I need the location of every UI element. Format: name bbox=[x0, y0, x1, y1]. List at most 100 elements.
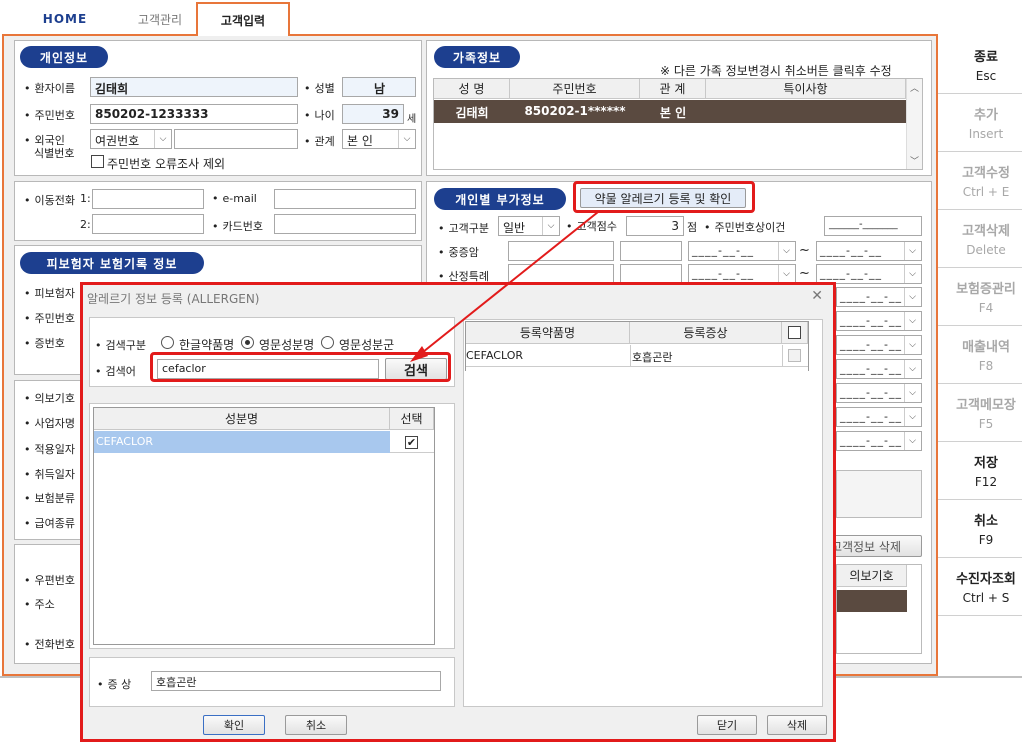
rrn-err-field[interactable]: ______-_______ bbox=[824, 216, 922, 236]
tab-home[interactable]: HOME bbox=[10, 4, 120, 34]
symptom-label: 증 상 bbox=[97, 676, 132, 692]
chevron-down-icon: ⌵ bbox=[398, 130, 415, 148]
chevron-down-icon: ⌵ bbox=[904, 336, 921, 354]
cancel-button[interactable]: 취소 bbox=[285, 715, 347, 735]
side-button-shortcut: F5 bbox=[978, 417, 994, 431]
family-col-relation: 관 계 bbox=[640, 79, 706, 99]
tab-customer-input[interactable]: 고객입력 bbox=[196, 2, 290, 36]
chevron-down-icon: ⌵ bbox=[904, 265, 921, 283]
name-field[interactable]: 김태희 bbox=[90, 77, 298, 97]
symptom-input[interactable]: 호흡곤란 bbox=[151, 671, 441, 691]
close-button[interactable]: 닫기 bbox=[697, 715, 757, 735]
ing-col-select: 선택 bbox=[390, 408, 434, 430]
date-to-5[interactable]: ____-__-__ ⌵ bbox=[836, 335, 922, 355]
cancer-field-1[interactable] bbox=[508, 241, 614, 261]
foreign-id-field[interactable] bbox=[174, 129, 298, 149]
chevron-down-icon: ⌵ bbox=[904, 432, 921, 450]
foreign-type-select[interactable]: 여권번호 ⌵ bbox=[90, 129, 172, 149]
reg-select-all-checkbox[interactable] bbox=[788, 326, 801, 339]
chevron-down-icon: ⌵ bbox=[904, 384, 921, 402]
side-button-shortcut: Ctrl + S bbox=[962, 591, 1010, 605]
radio-eng-group[interactable] bbox=[321, 336, 334, 349]
foreign-label-2: 식별번호 bbox=[34, 147, 75, 160]
keyword-label: 검색어 bbox=[95, 363, 136, 379]
date-from-1[interactable]: ____-__-__ ⌵ bbox=[688, 241, 796, 261]
side-button-3[interactable]: 고객삭제 Delete bbox=[938, 210, 1022, 268]
date-to-6[interactable]: ____-__-__ ⌵ bbox=[836, 359, 922, 379]
table-row[interactable]: 김태희 850202-1****** 본 인 bbox=[434, 100, 906, 123]
memo-area[interactable] bbox=[836, 470, 922, 518]
side-button-title: 고객수정 bbox=[962, 166, 1010, 181]
side-button-shortcut: F4 bbox=[978, 301, 994, 315]
side-button-0[interactable]: 종료 Esc bbox=[938, 36, 1022, 94]
mobile-label: 이동전화 bbox=[24, 192, 75, 208]
side-button-8[interactable]: 취소 F9 bbox=[938, 500, 1022, 558]
radio-korean-drug[interactable] bbox=[161, 336, 174, 349]
age-field[interactable]: 39 bbox=[342, 104, 404, 124]
delete-button[interactable]: 삭제 bbox=[767, 715, 827, 735]
score-field[interactable]: 3 bbox=[626, 216, 684, 236]
side-button-2[interactable]: 고객수정 Ctrl + E bbox=[938, 152, 1022, 210]
side-button-9[interactable]: 수진자조회 Ctrl + S bbox=[938, 558, 1022, 616]
card-no-label: 증번호 bbox=[24, 335, 65, 351]
card-field[interactable] bbox=[274, 214, 416, 234]
side-button-shortcut: F9 bbox=[978, 533, 994, 547]
reg-col-check bbox=[782, 322, 808, 344]
date-to-9[interactable]: ____-__-__ ⌵ bbox=[836, 431, 922, 451]
rrn-field[interactable]: 850202-1233333 bbox=[90, 104, 298, 124]
date-to-4[interactable]: ____-__-__ ⌵ bbox=[836, 311, 922, 331]
reg-col-divider-1 bbox=[630, 345, 631, 367]
acquire-date-label: 취득일자 bbox=[24, 466, 75, 482]
mobile-2-label: 2: bbox=[80, 218, 91, 231]
dialog-title: 알레르기 정보 등록 (ALLERGEN) bbox=[87, 292, 260, 306]
apply-date-label: 적용일자 bbox=[24, 441, 75, 457]
mobile-1-label: 1: bbox=[80, 192, 91, 205]
ins-code-label: 의보기호 bbox=[24, 390, 75, 406]
name-label: 환자이름 bbox=[24, 80, 75, 96]
side-button-shortcut: F8 bbox=[978, 359, 994, 373]
personal-title: 개인정보 bbox=[20, 46, 108, 68]
reg-col-divider-2 bbox=[782, 345, 783, 367]
group-select[interactable]: 일반 ⌵ bbox=[498, 216, 560, 236]
date-to-3[interactable]: ____-__-__ ⌵ bbox=[836, 287, 922, 307]
exclude-checkbox[interactable] bbox=[91, 155, 104, 168]
table-row[interactable]: CEFACLOR 호흡곤란 bbox=[466, 345, 808, 367]
family-row-rrn: 850202-1****** bbox=[524, 104, 626, 118]
mobile-1-field[interactable] bbox=[92, 189, 204, 209]
date-from-2[interactable]: ____-__-__ ⌵ bbox=[688, 264, 796, 284]
cancer-field-2[interactable] bbox=[620, 241, 682, 261]
side-button-7[interactable]: 저장 F12 bbox=[938, 442, 1022, 500]
side-button-title: 저장 bbox=[974, 456, 998, 471]
email-field[interactable] bbox=[274, 189, 416, 209]
date-to-7[interactable]: ____-__-__ ⌵ bbox=[836, 383, 922, 403]
family-scrollbar[interactable]: ︿ ﹀ bbox=[906, 79, 922, 169]
date-to-2-value: ____-__-__ bbox=[820, 267, 882, 280]
foreign-type-value: 여권번호 bbox=[95, 134, 140, 148]
side-button-6[interactable]: 고객메모장 F5 bbox=[938, 384, 1022, 442]
date-to-8[interactable]: ____-__-__ ⌵ bbox=[836, 407, 922, 427]
radio-eng-ingredient[interactable] bbox=[241, 336, 254, 349]
date-to-6-value: ____-__-__ bbox=[840, 362, 902, 375]
table-row[interactable]: CEFACLOR bbox=[94, 431, 390, 453]
side-button-4[interactable]: 보험증관리 F4 bbox=[938, 268, 1022, 326]
side-button-title: 고객메모장 bbox=[956, 398, 1016, 413]
special-field-1[interactable] bbox=[508, 264, 614, 284]
ing-col-name: 성분명 bbox=[94, 408, 390, 430]
relation-select[interactable]: 본 인 ⌵ bbox=[342, 129, 416, 149]
age-label: 나이 bbox=[304, 107, 335, 123]
side-button-1[interactable]: 추가 Insert bbox=[938, 94, 1022, 152]
special-field-2[interactable] bbox=[620, 264, 682, 284]
date-to-2[interactable]: ____-__-__ ⌵ bbox=[816, 264, 922, 284]
close-icon[interactable]: ✕ bbox=[811, 288, 823, 304]
tab-customer-manage[interactable]: 고객관리 bbox=[120, 4, 200, 34]
ing-row-checkbox[interactable]: ✔ bbox=[405, 436, 418, 449]
reg-row-checkbox[interactable] bbox=[788, 349, 801, 362]
side-button-shortcut: F12 bbox=[974, 475, 998, 489]
gender-field[interactable]: 남 bbox=[342, 77, 416, 97]
ok-button[interactable]: 확인 bbox=[203, 715, 265, 735]
side-button-5[interactable]: 매출내역 F8 bbox=[938, 326, 1022, 384]
phone-label: 전화번호 bbox=[24, 636, 75, 652]
date-to-1[interactable]: ____-__-__ ⌵ bbox=[816, 241, 922, 261]
table-row[interactable] bbox=[837, 590, 907, 612]
mobile-2-field[interactable] bbox=[92, 214, 204, 234]
